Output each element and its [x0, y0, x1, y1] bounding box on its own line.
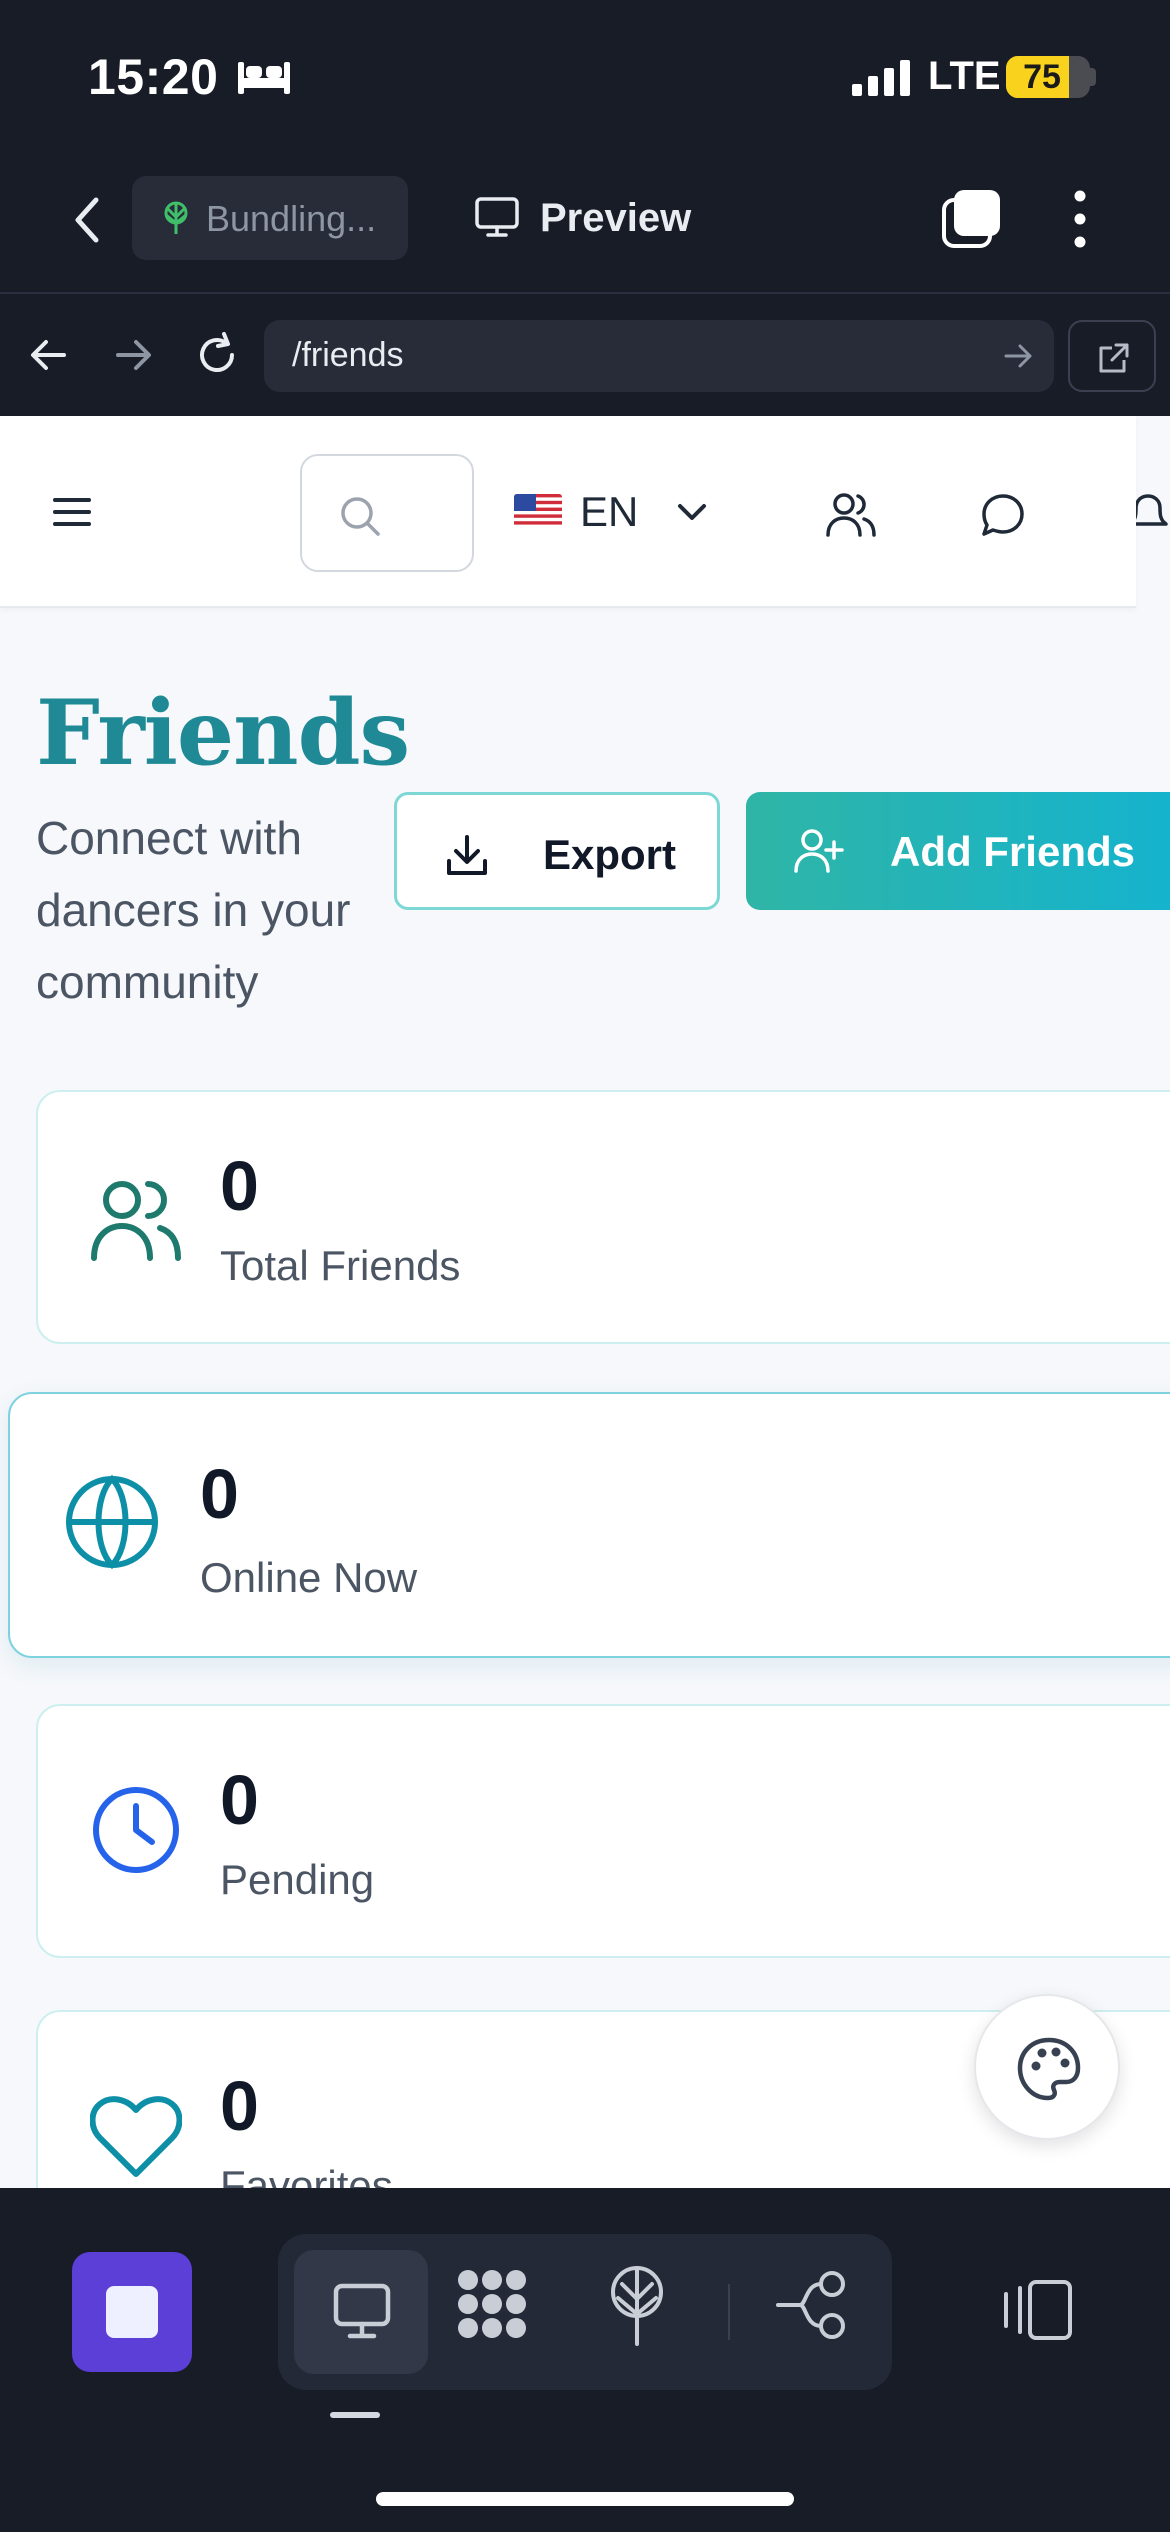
- chevron-down-icon: [676, 500, 708, 524]
- stat-value: 0: [200, 1455, 239, 1533]
- stop-button[interactable]: [72, 2252, 192, 2372]
- tabs-icon: [942, 190, 1000, 248]
- back-icon: [75, 197, 99, 243]
- reload-button[interactable]: [192, 330, 242, 380]
- home-indicator[interactable]: [376, 2492, 794, 2506]
- active-view-indicator: [330, 2412, 380, 2418]
- nav-back-button[interactable]: [26, 332, 72, 378]
- friends-nav-button[interactable]: [826, 492, 876, 538]
- external-link-icon: [1099, 343, 1129, 373]
- status-bar: 15:20 LTE 75: [0, 0, 1170, 150]
- users-icon: [826, 493, 876, 537]
- flow-button[interactable]: [776, 2268, 850, 2342]
- language-code: EN: [580, 488, 639, 535]
- page-title: Friends: [36, 680, 410, 786]
- user-plus-icon: [794, 829, 844, 873]
- components-button[interactable]: [452, 2264, 532, 2344]
- stat-card-online-now[interactable]: 0 Online Now: [8, 1392, 1170, 1658]
- messages-nav-button[interactable]: [980, 492, 1026, 538]
- stat-label: Total Friends: [220, 1242, 461, 1289]
- stat-card-pending[interactable]: 0 Pending: [36, 1704, 1170, 1958]
- add-friends-label: Add Friends: [890, 828, 1136, 875]
- reload-icon: [200, 332, 234, 372]
- flow-icon: [776, 2271, 845, 2339]
- stat-value: 0: [220, 2067, 259, 2145]
- us-flag-icon: [514, 494, 562, 528]
- stat-value: 0: [220, 1761, 259, 1839]
- nav-forward-button[interactable]: [110, 332, 156, 378]
- url-input[interactable]: /friends: [264, 320, 1054, 392]
- bell-icon: [1136, 494, 1168, 526]
- clock-icon: [90, 1784, 182, 1876]
- tree-icon: [158, 200, 194, 236]
- menu-icon: [53, 498, 91, 526]
- components-icon: [458, 2270, 526, 2338]
- search-icon: [341, 497, 380, 536]
- network-type: LTE: [928, 54, 1001, 98]
- build-status-chip[interactable]: Bundling...: [132, 176, 408, 260]
- status-time: 15:20: [88, 49, 219, 105]
- open-external-button[interactable]: [1068, 320, 1156, 392]
- stat-value: 0: [220, 1147, 259, 1225]
- more-options-button[interactable]: [1060, 184, 1100, 254]
- battery-nub: [1090, 68, 1096, 86]
- add-friends-button[interactable]: Add Friends: [746, 792, 1170, 910]
- stat-label: Favorites: [220, 2162, 393, 2188]
- bottom-toolbar: [0, 2188, 1170, 2532]
- deploy-button[interactable]: [602, 2264, 672, 2348]
- view-mode-group: [278, 2234, 892, 2390]
- signal-icon: [852, 60, 914, 96]
- users-icon: [90, 1178, 182, 1262]
- search-button[interactable]: [300, 454, 474, 572]
- site-header: EN: [0, 416, 1168, 608]
- notifications-button[interactable]: [1136, 492, 1170, 538]
- monitor-icon: [474, 196, 520, 238]
- stat-label: Online Now: [200, 1554, 418, 1601]
- url-path: /friends: [292, 336, 404, 374]
- url-bar: /friends: [0, 296, 1170, 416]
- stat-label: Pending: [220, 1856, 375, 1903]
- arrow-left-icon: [31, 340, 66, 370]
- tabs-button[interactable]: [940, 186, 1004, 250]
- go-arrow-icon[interactable]: [1002, 340, 1034, 372]
- arrow-right-icon: [116, 340, 151, 370]
- menu-button[interactable]: [52, 496, 92, 528]
- bed-icon: [236, 56, 292, 96]
- more-icon: [1074, 190, 1086, 248]
- export-label: Export: [543, 831, 677, 878]
- sidebar-toggle-button[interactable]: [1000, 2278, 1074, 2342]
- preview-label: Preview: [540, 196, 692, 240]
- globe-icon: [64, 1474, 160, 1570]
- back-button[interactable]: [64, 190, 112, 250]
- desktop-view-button[interactable]: [294, 2250, 428, 2374]
- stat-card-total-friends[interactable]: 0 Total Friends: [36, 1090, 1170, 1344]
- export-button[interactable]: Export: [394, 792, 720, 910]
- build-status-label: Bundling...: [206, 198, 377, 239]
- stop-icon: [106, 2286, 158, 2338]
- deploy-icon: [611, 2266, 663, 2346]
- palette-icon: [1017, 2037, 1081, 2101]
- battery-icon: 75: [1006, 56, 1090, 98]
- theme-palette-button[interactable]: [974, 1994, 1120, 2140]
- message-icon: [982, 494, 1024, 536]
- heart-icon: [90, 2094, 182, 2180]
- download-icon: [447, 835, 487, 875]
- page-subtitle: Connect with dancers in your community: [36, 812, 351, 1008]
- webview: EN Friends Connect with dancers in your …: [0, 416, 1170, 2188]
- desktop-icon: [333, 2283, 391, 2339]
- sidebar-toggle-icon: [1004, 2280, 1072, 2340]
- editor-toolbar: Bundling... Preview: [0, 150, 1170, 294]
- battery-percent: 75: [1023, 58, 1061, 96]
- toolbar-divider: [728, 2284, 730, 2340]
